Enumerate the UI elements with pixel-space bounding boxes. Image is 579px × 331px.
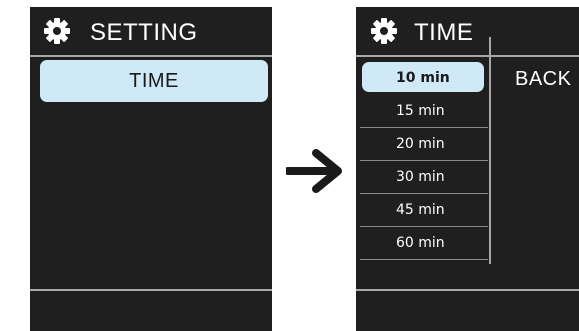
option-label: 20 min bbox=[396, 136, 445, 152]
menu-item-label: TIME bbox=[129, 69, 179, 92]
back-button[interactable]: BACK bbox=[515, 68, 571, 91]
list-separator bbox=[360, 259, 488, 260]
page-title: SETTING bbox=[90, 19, 198, 46]
time-option-10[interactable]: 10 min bbox=[360, 62, 488, 95]
time-options-list: 10 min 15 min 20 min 30 min 45 min 60 mi… bbox=[360, 62, 488, 260]
setting-screen: SETTING TIME bbox=[30, 7, 272, 331]
gear-icon bbox=[371, 18, 397, 44]
option-label: 60 min bbox=[396, 235, 445, 251]
time-option-60[interactable]: 60 min bbox=[360, 227, 488, 260]
header-divider bbox=[30, 55, 272, 57]
column-divider bbox=[489, 37, 491, 264]
time-option-15[interactable]: 15 min bbox=[360, 95, 488, 128]
page-title: TIME bbox=[414, 19, 474, 46]
time-option-30[interactable]: 30 min bbox=[360, 161, 488, 194]
right-arrow-icon bbox=[286, 149, 342, 193]
footer-divider bbox=[356, 289, 579, 291]
gear-icon bbox=[44, 18, 70, 44]
option-label: 30 min bbox=[396, 169, 445, 185]
footer-divider bbox=[30, 289, 272, 291]
header-divider bbox=[356, 55, 579, 57]
setting-header: SETTING bbox=[30, 7, 272, 55]
time-option-20[interactable]: 20 min bbox=[360, 128, 488, 161]
option-label: 10 min bbox=[396, 70, 450, 86]
option-label: 15 min bbox=[396, 103, 445, 119]
option-label: 45 min bbox=[396, 202, 445, 218]
time-option-45[interactable]: 45 min bbox=[360, 194, 488, 227]
time-header: TIME bbox=[356, 7, 579, 55]
time-screen: TIME 10 min 15 min 20 min 30 min 45 min … bbox=[356, 7, 579, 331]
menu-item-time[interactable]: TIME bbox=[40, 60, 268, 102]
